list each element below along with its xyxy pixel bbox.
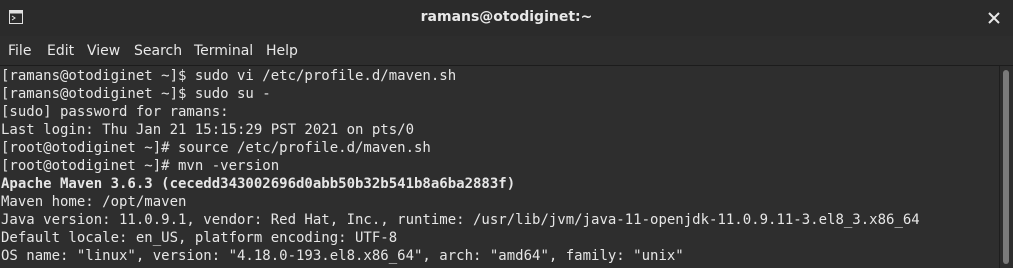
- terminal-line: [sudo] password for ramans:: [1, 104, 229, 120]
- menu-terminal[interactable]: Terminal: [194, 43, 253, 59]
- title-bar[interactable]: ramans@otodiginet:~: [0, 0, 1013, 37]
- terminal-line: Default locale: en_US, platform encoding…: [1, 230, 398, 246]
- terminal-line: Apache Maven 3.6.3 (cecedd343002696d0abb…: [1, 176, 516, 192]
- menu-bar: File Edit View Search Terminal Help: [0, 36, 1013, 66]
- terminal-line: OS name: "linux", version: "4.18.0-193.e…: [1, 248, 684, 264]
- terminal-line: [ramans@otodiginet ~]$ sudo vi /etc/prof…: [1, 68, 457, 84]
- terminal-line: Java version: 11.0.9.1, vendor: Red Hat,…: [1, 212, 920, 228]
- menu-view[interactable]: View: [87, 43, 120, 59]
- menu-file[interactable]: File: [8, 43, 31, 59]
- terminal-line: Maven home: /opt/maven: [1, 194, 187, 210]
- menu-help[interactable]: Help: [266, 43, 298, 59]
- terminal-line: [root@otodiginet ~]# mvn -version: [1, 158, 280, 174]
- window-title: ramans@otodiginet:~: [420, 9, 593, 25]
- menu-edit[interactable]: Edit: [47, 43, 74, 59]
- terminal-output[interactable]: [ramans@otodiginet ~]$ sudo vi /etc/prof…: [0, 66, 1000, 268]
- terminal-line: Last login: Thu Jan 21 15:15:29 PST 2021…: [1, 122, 415, 138]
- scrollbar[interactable]: [999, 66, 1013, 268]
- menu-search[interactable]: Search: [134, 43, 182, 59]
- terminal-line: [root@otodiginet ~]# source /etc/profile…: [1, 140, 431, 156]
- terminal-window: ramans@otodiginet:~ File Edit View Searc…: [0, 0, 1013, 268]
- scrollbar-thumb[interactable]: [1003, 70, 1009, 264]
- close-icon[interactable]: [985, 9, 1003, 27]
- terminal-line: [ramans@otodiginet ~]$ sudo su -: [1, 86, 271, 102]
